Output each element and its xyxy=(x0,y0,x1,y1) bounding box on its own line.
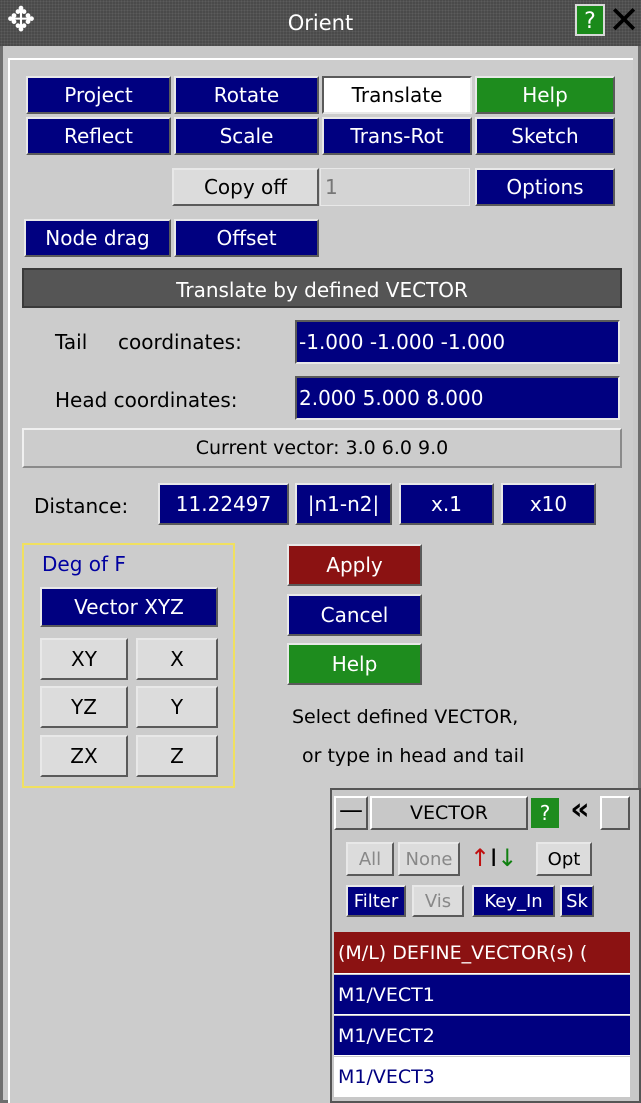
tab-project[interactable]: Project xyxy=(26,76,171,114)
vector-xyz-button[interactable]: Vector XYZ xyxy=(40,587,218,627)
tab-reflect[interactable]: Reflect xyxy=(26,117,171,155)
deg-of-freedom-title: Deg of F xyxy=(42,552,126,576)
dof-zx-button[interactable]: ZX xyxy=(40,735,128,777)
expand-icon[interactable] xyxy=(600,796,630,830)
options-button[interactable]: Options xyxy=(475,168,615,206)
copy-off-button[interactable]: Copy off xyxy=(172,168,319,206)
dof-y-button[interactable]: Y xyxy=(136,686,218,728)
key-in-button[interactable]: Key_In xyxy=(472,885,555,917)
current-vector-display: Current vector: 3.0 6.0 9.0 xyxy=(22,428,622,468)
dof-yz-button[interactable]: YZ xyxy=(40,686,128,728)
list-item[interactable]: M1/VECT1 xyxy=(334,975,630,1015)
select-all-button[interactable]: All xyxy=(346,842,394,876)
help-tab-button[interactable]: Help xyxy=(475,76,615,114)
distance-label: Distance: xyxy=(34,494,129,518)
vector-help-icon[interactable]: ? xyxy=(531,798,559,828)
dof-xy-button[interactable]: XY xyxy=(40,638,128,680)
dof-z-button[interactable]: Z xyxy=(136,735,218,777)
vector-list-header[interactable]: (M/L) DEFINE_VECTOR(s) ( xyxy=(334,932,630,974)
help-button[interactable]: Help xyxy=(287,643,422,685)
vector-panel-title: VECTOR xyxy=(370,796,528,830)
minimize-icon[interactable]: — xyxy=(334,796,368,830)
hint-line-2: or type in head and tail xyxy=(302,745,525,767)
sort-order-icon[interactable]: ↑I↓ xyxy=(470,840,530,876)
scale-x10-button[interactable]: x10 xyxy=(501,483,596,525)
opt-button[interactable]: Opt xyxy=(536,842,592,876)
distance-value-field[interactable]: 11.22497 xyxy=(158,483,289,525)
n1-n2-button[interactable]: |n1-n2| xyxy=(295,483,392,525)
list-item[interactable]: M1/VECT3 xyxy=(334,1057,630,1097)
dof-x-button[interactable]: X xyxy=(136,638,218,680)
apply-button[interactable]: Apply xyxy=(287,544,422,586)
tail-coordinates-input[interactable]: -1.000 -1.000 -1.000 xyxy=(295,320,620,364)
help-icon[interactable]: ? xyxy=(575,4,605,36)
filter-button[interactable]: Filter xyxy=(346,885,406,917)
head-coordinates-input[interactable]: 2.000 5.000 8.000 xyxy=(295,376,620,420)
tail-coordinates-label: coordinates: xyxy=(118,330,242,354)
tab-translate[interactable]: Translate xyxy=(322,76,472,114)
tab-trans-rot[interactable]: Trans-Rot xyxy=(322,117,472,155)
tab-scale[interactable]: Scale xyxy=(174,117,319,155)
head-coordinates-label: Head coordinates: xyxy=(55,388,238,412)
tab-sketch[interactable]: Sketch xyxy=(475,117,615,155)
offset-button[interactable]: Offset xyxy=(174,219,319,257)
list-item[interactable]: M1/VECT2 xyxy=(334,1016,630,1056)
tail-label: Tail xyxy=(55,330,88,354)
select-none-button[interactable]: None xyxy=(398,842,460,876)
move-icon[interactable]: ✥ xyxy=(2,2,40,40)
node-drag-button[interactable]: Node drag xyxy=(24,219,171,257)
collapse-chevron-icon[interactable]: « xyxy=(562,794,598,830)
copy-count-field[interactable]: 1 xyxy=(320,168,470,206)
window-title: Orient xyxy=(287,11,354,35)
tab-rotate[interactable]: Rotate xyxy=(174,76,319,114)
section-header: Translate by defined VECTOR xyxy=(22,268,622,308)
sketch-button[interactable]: Sk xyxy=(560,885,594,917)
hint-line-1: Select defined VECTOR, xyxy=(292,706,519,728)
scale-x0.1-button[interactable]: x.1 xyxy=(399,483,494,525)
cancel-button[interactable]: Cancel xyxy=(287,594,422,636)
vis-button[interactable]: Vis xyxy=(412,885,464,917)
close-icon[interactable]: ✕ xyxy=(607,1,641,40)
